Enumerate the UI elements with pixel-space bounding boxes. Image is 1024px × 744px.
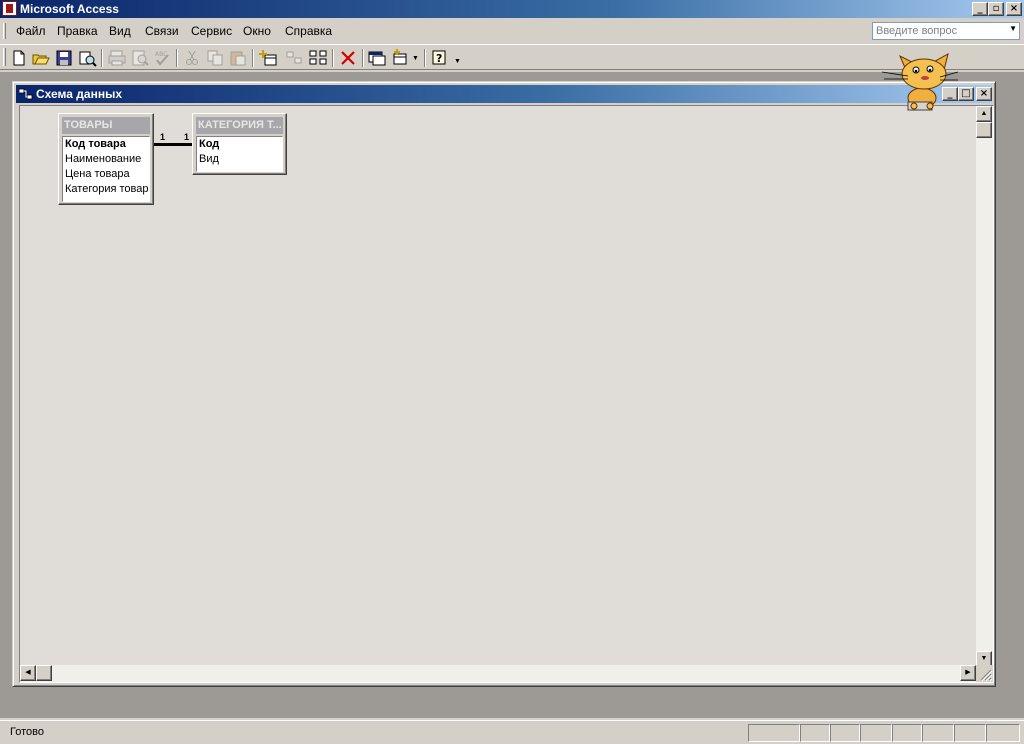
menu-window[interactable]: Окно — [243, 24, 271, 38]
menu-view[interactable]: Вид — [109, 24, 131, 38]
status-pane — [748, 724, 800, 742]
status-pane — [860, 724, 892, 742]
field-primary-key[interactable]: Код товара — [63, 137, 149, 152]
standard-toolbar: ABC ▼ ? ▼ — [0, 44, 1024, 70]
menu-help[interactable]: Справка — [285, 24, 332, 38]
cut-icon[interactable] — [181, 48, 203, 68]
toolbar-separator — [362, 49, 364, 67]
help-dropdown-icon[interactable]: ▼ — [454, 58, 461, 65]
svg-text:?: ? — [436, 52, 442, 65]
menu-edit[interactable]: Правка — [57, 24, 98, 38]
menu-file[interactable]: Файл — [16, 24, 46, 38]
access-key-icon[interactable] — [2, 1, 17, 16]
relationships-window-title-bar[interactable]: Схема данных _ □ × — [16, 85, 992, 103]
status-text: Готово — [10, 726, 44, 738]
print-preview-file-icon[interactable] — [76, 48, 98, 68]
new-icon[interactable] — [8, 48, 30, 68]
dropdown-arrow-icon[interactable]: ▼ — [1009, 24, 1017, 33]
show-direct-relationships-icon[interactable] — [283, 48, 305, 68]
minimize-button[interactable]: _ — [972, 2, 988, 16]
open-icon[interactable] — [30, 48, 52, 68]
print-preview-icon[interactable] — [129, 48, 151, 68]
show-table-icon[interactable] — [257, 48, 279, 68]
table-category-title[interactable]: КАТЕГОРИЯ Т... — [196, 117, 283, 134]
table-goods-field-list[interactable]: Код товара Наименование Цена товара Кате… — [62, 136, 150, 202]
toolbar-separator — [176, 49, 178, 67]
spelling-icon[interactable]: ABC — [151, 48, 173, 68]
app-title: Microsoft Access — [20, 2, 119, 16]
new-object-icon[interactable] — [390, 48, 412, 68]
scroll-up-icon[interactable]: ▲ — [976, 106, 992, 122]
horizontal-scrollbar[interactable]: ◀ ▶ — [20, 665, 976, 682]
relationships-window-title: Схема данных — [36, 87, 122, 101]
table-category-field-list[interactable]: Код Вид — [196, 136, 283, 172]
child-close-button[interactable]: × — [976, 87, 992, 101]
toolbar-separator — [252, 49, 254, 67]
vertical-scroll-thumb[interactable] — [976, 122, 992, 138]
print-icon[interactable] — [106, 48, 128, 68]
vertical-scrollbar[interactable]: ▲ ▼ — [976, 106, 993, 667]
menu-grip[interactable] — [3, 23, 6, 39]
restore-button[interactable]: ▫ — [988, 2, 1004, 16]
menu-relationships[interactable]: Связи — [145, 24, 179, 38]
toolbar-separator — [101, 49, 103, 67]
horizontal-scroll-thumb[interactable] — [36, 665, 52, 681]
relationship-cardinality-left: 1 — [160, 132, 166, 142]
field-item[interactable]: Наименование — [63, 152, 149, 167]
relationship-line[interactable] — [154, 143, 192, 146]
status-pane — [830, 724, 860, 742]
status-bar: Готово — [0, 720, 1024, 744]
field-item[interactable]: Цена товара — [63, 167, 149, 182]
help-icon[interactable]: ? — [429, 48, 451, 68]
field-item[interactable]: Категория товара — [63, 182, 149, 197]
delete-icon[interactable] — [337, 48, 359, 68]
status-pane — [986, 724, 1020, 742]
toolbar-separator — [424, 49, 426, 67]
database-window-icon[interactable] — [366, 48, 388, 68]
close-button[interactable]: × — [1006, 2, 1022, 16]
office-assistant-cat-icon[interactable] — [878, 48, 962, 112]
toolbar-grip[interactable] — [3, 48, 6, 66]
copy-icon[interactable] — [204, 48, 226, 68]
table-category[interactable]: КАТЕГОРИЯ Т... Код Вид — [192, 113, 287, 175]
relationships-window-icon[interactable] — [19, 88, 33, 100]
save-icon[interactable] — [53, 48, 75, 68]
paste-icon[interactable] — [227, 48, 249, 68]
menu-tools[interactable]: Сервис — [191, 24, 232, 38]
ask-question-placeholder: Введите вопрос — [876, 25, 958, 37]
field-primary-key[interactable]: Код — [197, 137, 282, 152]
table-goods-title[interactable]: ТОВАРЫ — [62, 117, 150, 134]
scroll-left-icon[interactable]: ◀ — [20, 665, 36, 681]
table-goods[interactable]: ТОВАРЫ Код товара Наименование Цена това… — [58, 113, 154, 205]
status-pane — [800, 724, 830, 742]
size-grip-icon[interactable] — [976, 665, 993, 682]
toolbar-separator — [332, 49, 334, 67]
relationships-canvas[interactable]: ТОВАРЫ Код товара Наименование Цена това… — [19, 105, 994, 683]
relationships-window: Схема данных _ □ × ТОВАРЫ Код товара Наи… — [12, 81, 996, 687]
field-item[interactable]: Вид — [197, 152, 282, 167]
show-all-relationships-icon[interactable] — [307, 48, 329, 68]
app-title-bar[interactable]: Microsoft Access _ ▫ × — [0, 0, 1024, 18]
relationship-cardinality-right: 1 — [184, 132, 190, 142]
status-pane — [954, 724, 986, 742]
menu-bar: Файл Правка Вид Связи Сервис Окно Справк… — [0, 20, 1024, 42]
ask-question-input[interactable]: Введите вопрос ▼ — [872, 22, 1020, 40]
scroll-right-icon[interactable]: ▶ — [960, 665, 976, 681]
status-pane — [922, 724, 954, 742]
status-pane — [892, 724, 922, 742]
new-object-dropdown-icon[interactable]: ▼ — [412, 55, 419, 62]
